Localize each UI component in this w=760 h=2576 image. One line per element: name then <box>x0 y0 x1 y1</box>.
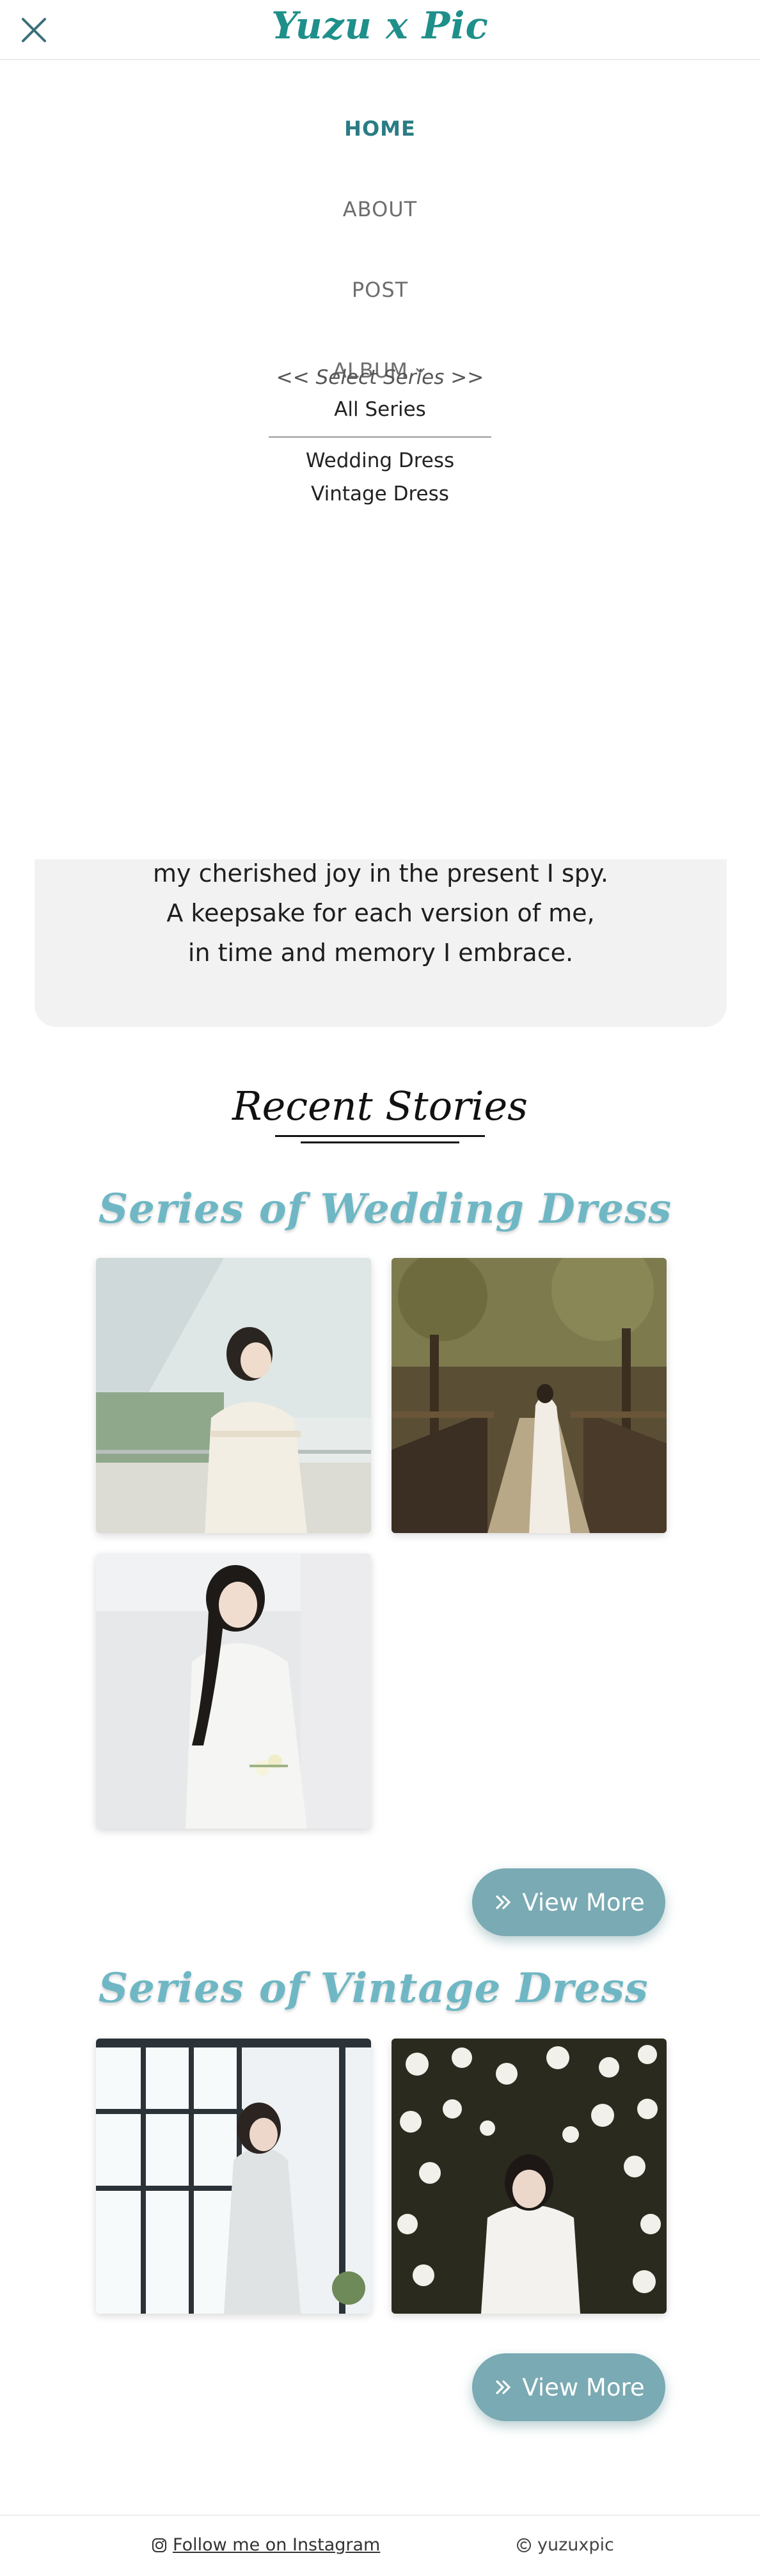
series-option-all[interactable]: All Series <box>0 398 760 421</box>
poem-card: my cherished joy in the present I spy. A… <box>35 859 727 1027</box>
double-chevron-right-icon <box>496 2380 511 2395</box>
title-underline <box>275 1135 485 1137</box>
copyright-icon <box>517 2538 531 2552</box>
instagram-icon <box>152 2538 166 2552</box>
poem-line: in time and memory I embrace. <box>187 939 574 967</box>
wedding-photo-3[interactable] <box>96 1554 371 1829</box>
recent-stories-title: Recent Stories <box>232 1083 528 1129</box>
wedding-photo-2[interactable] <box>392 1258 667 1533</box>
series-option-vintage[interactable]: Vintage Dress <box>0 482 760 505</box>
wedding-photo-1[interactable] <box>96 1258 371 1533</box>
vintage-photo-1[interactable] <box>96 2039 371 2314</box>
copyright: yuzuxpic <box>516 2535 614 2555</box>
nav-item-post[interactable]: POST <box>0 278 760 302</box>
vintage-photo-2[interactable] <box>392 2039 667 2314</box>
view-more-button-vintage[interactable]: View More <box>472 2353 665 2421</box>
footer: Follow me on Instagram yuzuxpic <box>0 2515 760 2576</box>
nav-item-home[interactable]: HOME <box>0 116 760 141</box>
instagram-link[interactable]: Follow me on Instagram <box>151 2535 380 2555</box>
nav-item-about[interactable]: ABOUT <box>0 197 760 221</box>
instagram-link-label: Follow me on Instagram <box>173 2535 381 2555</box>
series-title-wedding[interactable]: Series of Wedding Dress <box>99 1185 672 1233</box>
series-title-vintage[interactable]: Series of Vintage Dress <box>99 1964 649 2012</box>
series-select-hint: << Select Series >> <box>276 366 484 389</box>
poem-line: A keepsake for each version of me, <box>166 899 595 927</box>
copyright-label: yuzuxpic <box>537 2535 614 2555</box>
view-more-label: View More <box>522 2373 645 2401</box>
poem-line: my cherished joy in the present I spy. <box>153 859 608 887</box>
double-chevron-right-icon <box>496 1895 511 1910</box>
view-more-button-wedding[interactable]: View More <box>472 1868 665 1936</box>
site-logo[interactable]: Yuzu x Pic <box>0 4 760 47</box>
series-divider <box>269 436 491 438</box>
view-more-label: View More <box>522 1888 645 1916</box>
top-bar: Yuzu x Pic <box>0 0 760 60</box>
title-underline <box>301 1141 459 1143</box>
series-option-wedding[interactable]: Wedding Dress <box>0 449 760 472</box>
